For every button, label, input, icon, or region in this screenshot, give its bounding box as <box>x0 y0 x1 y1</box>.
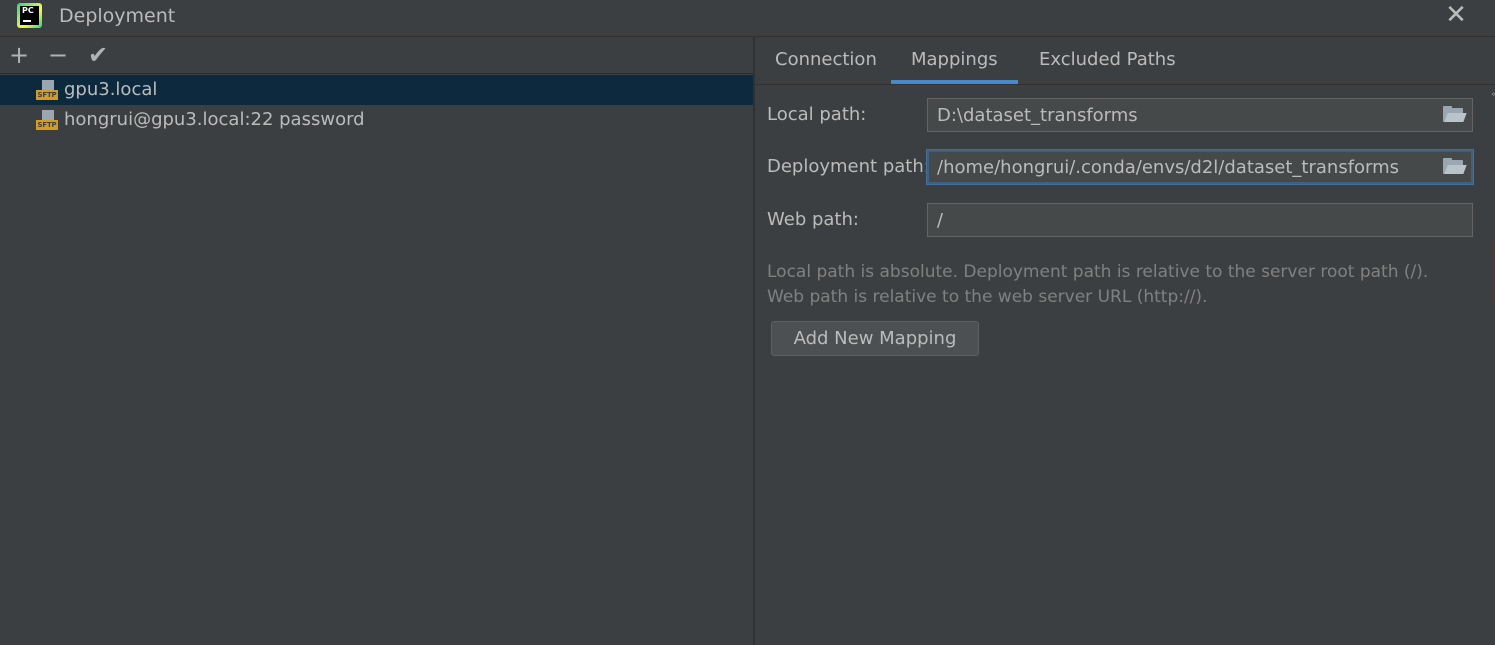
server-toolbar: + − ✔ <box>0 37 753 74</box>
tab-connection[interactable]: Connection <box>755 37 897 84</box>
server-item-label: gpu3.local <box>64 79 158 100</box>
local-path-label: Local path: <box>767 104 867 125</box>
server-tree: SFTP gpu3.local SFTP hongrui@gpu3.local:… <box>0 75 753 135</box>
web-path-label: Web path: <box>767 209 859 230</box>
tab-excluded-paths[interactable]: Excluded Paths <box>1019 37 1196 84</box>
window-title: Deployment <box>59 5 176 27</box>
browse-deployment-folder-icon[interactable] <box>1441 156 1467 178</box>
pycharm-logo-icon: PC <box>17 3 42 28</box>
add-server-button[interactable]: + <box>6 42 32 68</box>
server-item-gpu3-local[interactable]: SFTP gpu3.local <box>0 75 753 105</box>
apply-button[interactable]: ✔ <box>85 42 111 68</box>
remove-server-button[interactable]: − <box>45 42 71 68</box>
deployment-path-label: Deployment path: <box>767 156 930 177</box>
logo-inner: PC <box>20 6 39 25</box>
web-path-input[interactable] <box>927 203 1473 237</box>
server-list-panel: + − ✔ SFTP gpu3.local SFTP hongrui@gpu3.… <box>0 37 753 645</box>
server-item-label: hongrui@gpu3.local:22 password <box>64 109 365 130</box>
close-button[interactable]: ✕ <box>1443 2 1469 29</box>
title-bar: PC Deployment ✕ <box>0 0 1495 37</box>
hint-line-2: Web path is relative to the web server U… <box>767 287 1208 307</box>
server-settings-panel: Connection Mappings Excluded Paths « Loc… <box>755 37 1495 645</box>
local-path-input[interactable] <box>927 98 1473 132</box>
edge-marker: « <box>1491 89 1495 100</box>
browse-local-folder-icon[interactable] <box>1441 104 1467 126</box>
mapping-hint: Local path is absolute. Deployment path … <box>767 260 1428 310</box>
server-item-hongrui[interactable]: SFTP hongrui@gpu3.local:22 password <box>0 105 753 135</box>
tab-mappings[interactable]: Mappings <box>891 37 1018 84</box>
hint-line-1: Local path is absolute. Deployment path … <box>767 262 1429 282</box>
deployment-path-input[interactable] <box>927 150 1473 184</box>
sftp-icon: SFTP <box>36 110 58 130</box>
add-new-mapping-button[interactable]: Add New Mapping <box>771 321 979 356</box>
logo-text: PC <box>22 6 34 15</box>
sftp-icon: SFTP <box>36 80 58 100</box>
settings-tabs: Connection Mappings Excluded Paths <box>755 37 1495 85</box>
